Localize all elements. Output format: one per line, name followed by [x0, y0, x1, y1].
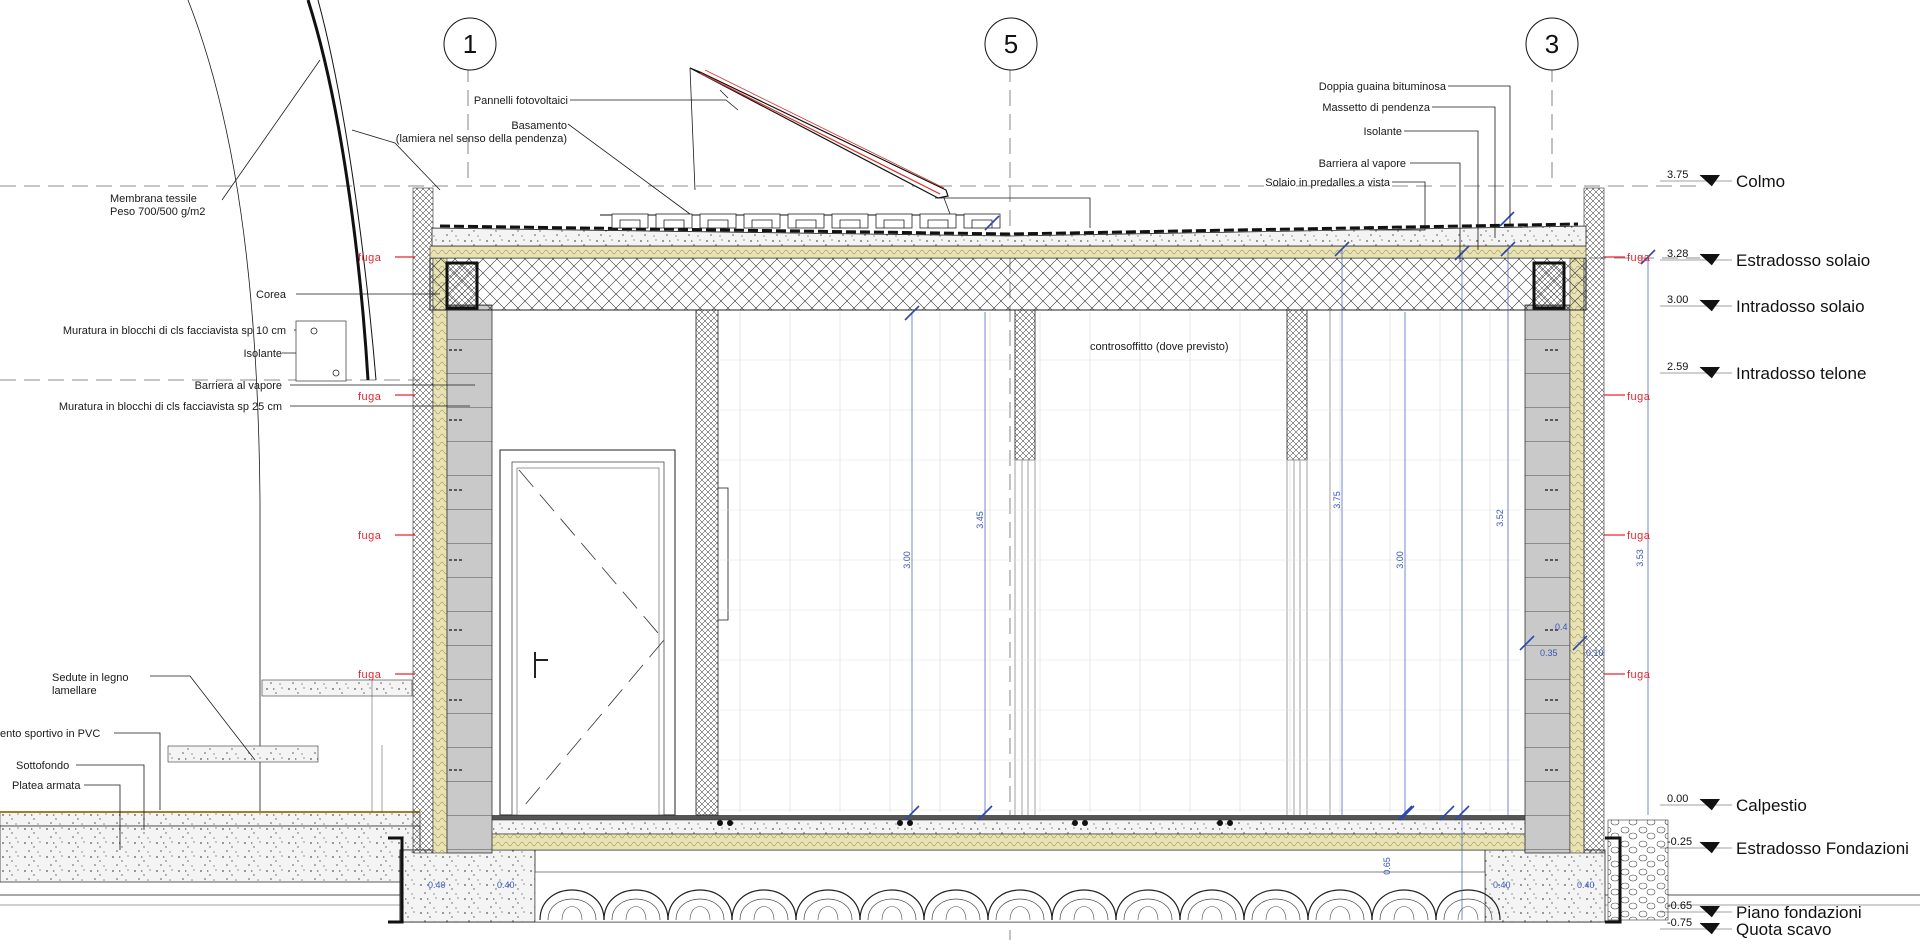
- level-value: 2.59: [1667, 361, 1688, 373]
- muratura-10-label: Muratura in blocchi di cls facciavista s…: [63, 325, 286, 337]
- corea-label: Corea: [256, 289, 287, 301]
- level-label: Quota scavo: [1736, 920, 1831, 939]
- level-marker: 3.00 Intradosso solaio: [1660, 294, 1865, 316]
- basamento-label: Basamento: [511, 120, 567, 132]
- fuga-label: fuga: [358, 391, 382, 403]
- membrana-weight: Peso 700/500 g/m2: [110, 206, 205, 218]
- sedute-label: Sedute in legno: [52, 672, 128, 684]
- isolante-right-label: Isolante: [1363, 126, 1402, 138]
- seating: [167, 679, 413, 812]
- fuga-label: fuga: [1627, 391, 1651, 403]
- partitions: [695, 309, 1331, 816]
- level-marker: -0.75 Quota scavo: [1660, 917, 1831, 939]
- pavimento-label: ento sportivo in PVC: [0, 728, 100, 740]
- level-value: -0.65: [1667, 900, 1692, 912]
- axis-bubble-1: 1: [443, 17, 497, 71]
- level-markers: 3.75 Colmo 3.28 Estradosso solaio 3.00 Intrad…: [1660, 169, 1909, 939]
- level-label: Intradosso telone: [1736, 364, 1866, 383]
- grid-axes: [0, 66, 1700, 940]
- dimension-label: 3.52: [1495, 509, 1505, 527]
- roof-slab: [429, 213, 1587, 311]
- basamento-note: (lamiera nel senso della pendenza): [396, 133, 567, 145]
- fuga-label: fuga: [358, 669, 382, 681]
- floor-build-up: [487, 815, 1529, 851]
- dimension-label: 0.40: [1493, 880, 1511, 890]
- dimension-label: 0.10: [1586, 648, 1604, 658]
- dimension-label: 0.65: [1382, 857, 1392, 875]
- level-label: Intradosso solaio: [1736, 297, 1865, 316]
- dimension-label: 0.40: [428, 880, 446, 890]
- fuga-label: fuga: [358, 252, 382, 264]
- controsoffitto-label: controsoffitto (dove previsto): [1090, 341, 1229, 353]
- sedute-material: lamellare: [52, 685, 97, 697]
- level-label: Estradosso Fondazioni: [1736, 839, 1909, 858]
- level-label: Estradosso solaio: [1736, 251, 1870, 270]
- barriera-left-label: Barriera al vapore: [195, 380, 282, 392]
- platea-label: Platea armata: [12, 780, 81, 792]
- dimension-label: 0.4: [1555, 622, 1568, 632]
- fuga-label: fuga: [1627, 530, 1651, 542]
- fuga-label: fuga: [1627, 252, 1651, 264]
- dimension-label: 3.53: [1635, 549, 1645, 567]
- axis-bubble-5: 5: [984, 17, 1038, 71]
- level-value: 0.00: [1667, 793, 1688, 805]
- level-value: -0.75: [1667, 917, 1692, 929]
- level-value: -0.25: [1667, 836, 1692, 848]
- isolante-left-label: Isolante: [243, 348, 282, 360]
- dimension-label: 0.35: [1540, 648, 1558, 658]
- door: [499, 449, 676, 816]
- fuga-label: fuga: [1627, 669, 1651, 681]
- level-value: 3.28: [1667, 248, 1688, 260]
- membrana-label: Membrana tessile: [110, 193, 197, 205]
- dimension-label: 3.00: [1395, 551, 1405, 569]
- massetto-label: Massetto di pendenza: [1322, 102, 1431, 114]
- level-label: Calpestio: [1736, 796, 1807, 815]
- level-marker: 3.75 Colmo: [1660, 169, 1785, 191]
- level-marker: -0.25 Estradosso Fondazioni: [1660, 836, 1909, 858]
- axis-label: 1: [463, 29, 477, 59]
- axis-label: 5: [1004, 29, 1018, 59]
- axis-label: 3: [1545, 29, 1559, 59]
- level-marker: 0.00 Calpestio: [1660, 793, 1807, 815]
- roof-detail: [295, 320, 347, 382]
- axis-bubble-3: 3: [1525, 17, 1579, 71]
- muratura-25-label: Muratura in blocchi di cls facciavista s…: [59, 401, 282, 413]
- photovoltaic-panel: [689, 67, 1091, 228]
- level-value: 3.75: [1667, 169, 1688, 181]
- dimension-label: 0.40: [497, 880, 515, 890]
- solaio-label: Solaio in predalles a vista: [1265, 177, 1391, 189]
- fuga-label: fuga: [358, 530, 382, 542]
- doppia-guaina-label: Doppia guaina bituminosa: [1319, 81, 1447, 93]
- sottofondo-label: Sottofondo: [16, 760, 69, 772]
- dimension-label: 3.00: [902, 551, 912, 569]
- barriera-right-label: Barriera al vapore: [1319, 158, 1406, 170]
- dimension-label: 0.40: [1577, 880, 1595, 890]
- level-value: 3.00: [1667, 294, 1688, 306]
- section-drawing: 1 5 3 3.00 3.45 3.75 3.00 3.52 3.53 0.65…: [0, 0, 1920, 940]
- level-label: Colmo: [1736, 172, 1785, 191]
- level-marker: 2.59 Intradosso telone: [1660, 361, 1866, 383]
- pannelli-label: Pannelli fotovoltaici: [474, 95, 568, 107]
- dimension-label: 3.45: [975, 511, 985, 529]
- level-marker: 3.28 Estradosso solaio: [1660, 248, 1870, 270]
- dimension-label: 3.75: [1332, 491, 1342, 509]
